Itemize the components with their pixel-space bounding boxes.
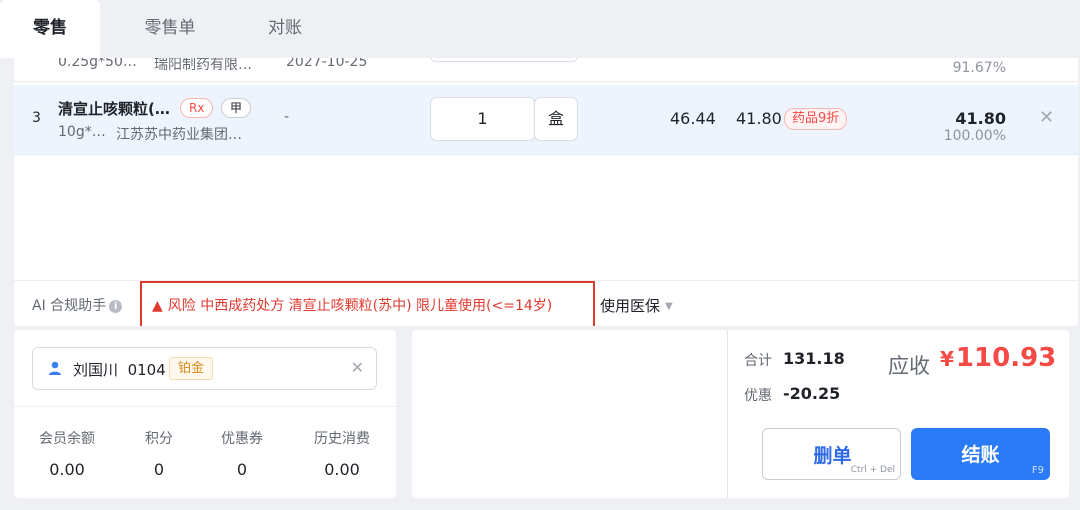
stat-history[interactable]: 历史消费 0.00 (304, 428, 380, 479)
table-row[interactable]: 3 清宣止咳颗粒(… Rx 甲 10g*… 江苏苏中药业集团… - 1 盒 46… (14, 85, 1078, 155)
member-panel: 刘国川 0104 铂金 ✕ 会员余额 0.00 积分 0 优惠券 0 历史消费 … (14, 330, 396, 498)
cart-list: 0.25g*50… 瑞阳制药有限… 2027-10-25 91.67% 3 清宣… (14, 58, 1078, 326)
tab-bar: 零售 零售单 对账 (0, 0, 1080, 58)
amount-due-label: 应收 (888, 354, 930, 378)
checkout-button[interactable]: 结账 F9 (911, 428, 1050, 480)
blank-panel (412, 330, 728, 498)
table-row[interactable]: 0.25g*50… 瑞阳制药有限… 2027-10-25 91.67% (14, 58, 1078, 82)
discount-value: -20.25 (783, 384, 841, 403)
stat-balance: 会员余额 0.00 (39, 431, 95, 479)
original-price: 46.44 (670, 109, 716, 128)
row-index: 3 (32, 110, 41, 126)
divider (14, 406, 396, 407)
use-insurance-dropdown[interactable]: 使用医保 ▼ (600, 295, 673, 316)
item-expiry: 2027-10-25 (286, 58, 368, 70)
quantity-input[interactable] (430, 58, 578, 62)
shortcut-hint: Ctrl + Del (850, 465, 895, 475)
risk-warning[interactable]: ▲ 风险 中西成药处方 清宣止咳颗粒(苏中) 限儿童使用(<=14岁) (140, 281, 595, 326)
discount-label: 优惠 (744, 388, 772, 404)
item-ratio: 91.67% (952, 60, 1006, 76)
stat-points: 积分 0 (145, 431, 173, 479)
risk-text: 风险 中西成药处方 清宣止咳颗粒(苏中) 限儿童使用(<=14岁) (167, 298, 553, 314)
info-icon[interactable]: i (109, 300, 123, 313)
amount-due: ¥110.93 (940, 343, 1057, 373)
quantity-value[interactable]: 1 (431, 98, 534, 140)
member-level-badge: 铂金 (169, 357, 214, 380)
sale-price: 41.80 (736, 109, 782, 128)
member-search-field[interactable]: 刘国川 0104 铂金 ✕ (32, 347, 377, 390)
warning-triangle-icon: ▲ (152, 298, 163, 314)
item-subtotal: 41.80 (955, 109, 1006, 128)
item-spec: 10g*… (58, 124, 106, 140)
tab-reconciliation[interactable]: 对账 (240, 0, 330, 58)
user-icon (49, 361, 61, 375)
item-manufacturer: 江苏苏中药业集团… (116, 127, 242, 143)
tab-retail[interactable]: 零售 (0, 0, 100, 58)
discount-badge: 药品9折 (784, 108, 848, 130)
checkout-panel: 合计 131.18 优惠 -20.25 应收 ¥110.93 删单 Ctrl +… (728, 330, 1069, 498)
remove-item-icon[interactable]: ✕ (1039, 107, 1054, 128)
total-label: 合计 (744, 353, 772, 369)
stat-coupons[interactable]: 优惠券 0 (207, 428, 277, 479)
item-manufacturer: 瑞阳制药有限… (154, 58, 252, 73)
unit-select[interactable]: 盒 (534, 97, 578, 141)
rx-badge: Rx (180, 98, 214, 118)
item-ratio: 100.00% (943, 128, 1006, 144)
insurance-class-badge: 甲 (221, 98, 252, 118)
item-spec: 0.25g*50… (58, 58, 137, 70)
member-name: 刘国川 0104 (73, 361, 166, 379)
caret-down-icon: ▼ (665, 301, 673, 312)
delete-order-button[interactable]: 删单 Ctrl + Del (762, 428, 901, 480)
ai-compliance-bar: AI 合规助手 i ▲ 风险 中西成药处方 清宣止咳颗粒(苏中) 限儿童使用(<=1… (14, 280, 1078, 326)
tab-retail-orders[interactable]: 零售单 (120, 0, 220, 58)
quantity-input[interactable]: 1 (430, 97, 535, 141)
item-expiry: - (284, 109, 290, 125)
clear-member-icon[interactable]: ✕ (351, 358, 364, 377)
item-name[interactable]: 清宣止咳颗粒(… (58, 98, 170, 119)
shortcut-hint: F9 (1031, 465, 1044, 476)
total-value: 131.18 (783, 349, 845, 368)
ai-assistant-label: AI 合规助手 i (32, 295, 123, 315)
